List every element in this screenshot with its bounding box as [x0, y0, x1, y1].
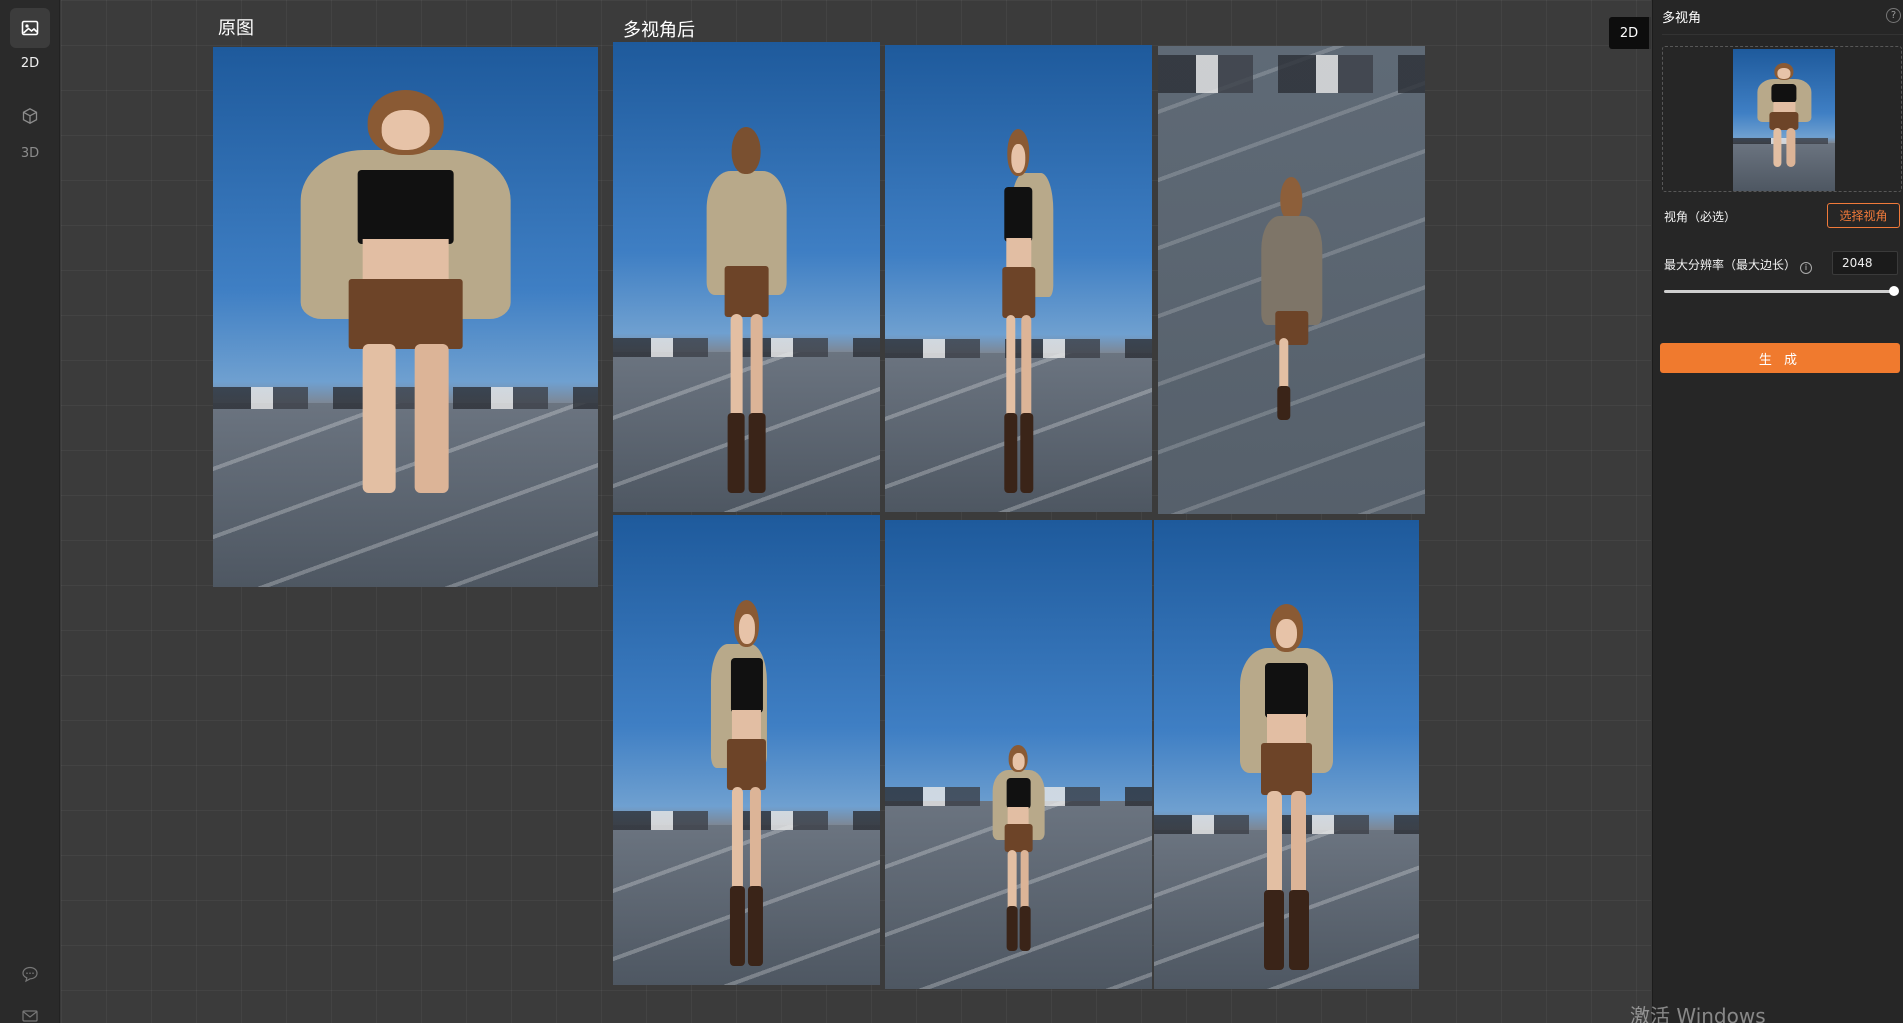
view-mode-toggle: 2D 3D [1609, 17, 1651, 49]
original-image[interactable] [213, 47, 598, 587]
settings-panel: 多视角 ? 视角（必选） 最大分辨率（最大边长） i [1652, 0, 1903, 1023]
panel-divider [1662, 34, 1903, 35]
resolution-slider-track[interactable] [1664, 290, 1894, 293]
multiview-image[interactable] [885, 45, 1152, 512]
cube-icon [22, 108, 38, 124]
person-figure [286, 90, 525, 587]
resolution-slider-thumb[interactable] [1889, 286, 1899, 296]
multiview-image[interactable] [613, 42, 880, 512]
mode-2d-button[interactable] [10, 8, 50, 48]
mail-button[interactable] [10, 996, 50, 1023]
multiview-image[interactable] [885, 520, 1152, 989]
mode-3d-button[interactable] [10, 96, 50, 136]
info-icon[interactable]: i [1800, 261, 1813, 274]
chat-button[interactable] [10, 954, 50, 994]
chat-icon [22, 966, 38, 983]
multiview-image[interactable] [1154, 520, 1419, 989]
left-rail: 2D 3D [0, 0, 60, 1023]
image-icon [21, 20, 39, 36]
resolution-label: 最大分辨率（最大边长） i [1664, 256, 1813, 274]
view-label: 视角（必选） [1664, 210, 1737, 224]
select-view-button[interactable]: 选择视角 [1827, 203, 1900, 228]
toggle-3d[interactable]: 3D [1649, 17, 1651, 49]
multiview-image[interactable] [613, 515, 880, 985]
multiview-title: 多视角后 [623, 20, 695, 41]
source-image-upload[interactable] [1662, 46, 1902, 192]
multiview-image[interactable] [1158, 46, 1425, 514]
source-thumbnail [1733, 49, 1835, 191]
canvas-area[interactable]: 原图 多视角后 2D 3D [61, 0, 1651, 1023]
toggle-2d[interactable]: 2D [1609, 17, 1649, 49]
panel-title: 多视角 [1662, 11, 1702, 26]
question-circle-icon[interactable]: ? [1886, 8, 1901, 23]
resolution-input[interactable] [1832, 251, 1898, 275]
rail-label-2d: 2D [20, 56, 40, 71]
generate-button[interactable]: 生 成 [1660, 343, 1900, 373]
mail-icon [22, 1010, 38, 1022]
rail-label-3d: 3D [20, 146, 40, 161]
resolution-label-text: 最大分辨率（最大边长） [1664, 258, 1797, 272]
original-title: 原图 [218, 18, 254, 39]
windows-activation-watermark: 激活 Windows [1630, 1004, 1766, 1023]
